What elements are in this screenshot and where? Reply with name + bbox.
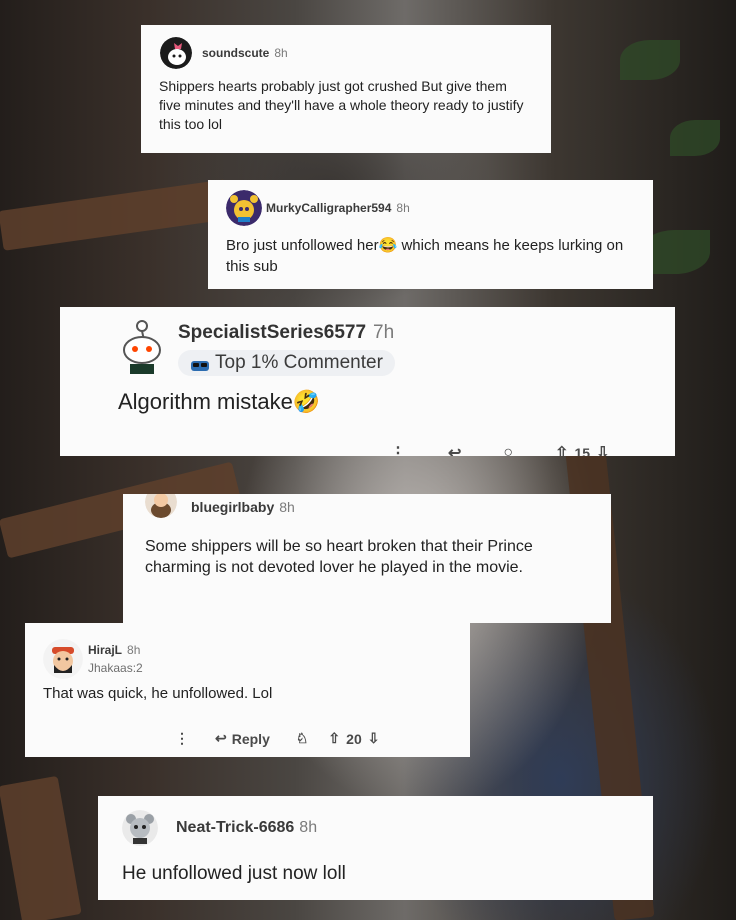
- award-icon[interactable]: ♘: [296, 730, 309, 747]
- comment-text-start: Bro just unfollowed her: [226, 237, 379, 254]
- comment-age: 7h: [373, 322, 395, 343]
- comment-age: 8h: [274, 46, 288, 60]
- award-icon[interactable]: ○: [503, 444, 513, 456]
- upvote-icon[interactable]: ⇧: [328, 730, 340, 747]
- username[interactable]: SpecialistSeries6577: [178, 322, 366, 344]
- user-avatar[interactable]: [118, 318, 166, 376]
- comment-card-bluegirlbaby: bluegirlbaby 8h Some shippers will be so…: [123, 494, 611, 623]
- comment-age: 8h: [127, 643, 141, 657]
- rofl-emoji: 🤣: [292, 389, 321, 414]
- comment-age: 8h: [299, 819, 318, 836]
- comment-text-line: Algorithm mistake🤣: [118, 389, 655, 415]
- reply-arrow-icon: ↩: [215, 730, 227, 746]
- more-icon[interactable]: ⋮: [175, 730, 189, 747]
- reply-button[interactable]: ↩ Reply: [215, 730, 270, 747]
- comment-text: Some shippers will be so heart broken th…: [145, 538, 533, 576]
- user-avatar[interactable]: [43, 639, 83, 679]
- badge-label: Top 1% Commenter: [215, 352, 383, 373]
- action-bar: ⋮ ↩ Reply ♘ ⇧ 20 ⇩: [175, 730, 379, 747]
- reply-label: Reply: [231, 730, 270, 747]
- comment-card-hirajl: HirajL 8h Jhakaas:2 That was quick, he u…: [25, 623, 470, 757]
- sunglasses-badge-icon: [190, 356, 210, 371]
- user-avatar[interactable]: [145, 494, 177, 518]
- comment-card-specialistseries6577: SpecialistSeries6577 7h Top 1% Commenter…: [60, 307, 675, 456]
- user-avatar[interactable]: [226, 190, 262, 226]
- vote-count: 20: [346, 730, 362, 747]
- username[interactable]: Neat-Trick-6686: [176, 819, 294, 837]
- user-avatar[interactable]: [160, 37, 192, 69]
- top-commenter-badge: Top 1% Commenter: [178, 350, 395, 376]
- downvote-icon[interactable]: ⇩: [596, 443, 609, 456]
- user-flair: Jhakaas:2: [88, 661, 143, 675]
- username[interactable]: soundscute: [202, 46, 269, 60]
- comment-text: That was quick, he unfollowed. Lol: [43, 685, 273, 702]
- comment-text: He unfollowed just now loll: [122, 863, 346, 884]
- vote-count: 15: [574, 445, 591, 456]
- comment-age: 8h: [279, 499, 295, 515]
- comment-age: 8h: [396, 201, 410, 215]
- comment-text: Shippers hearts probably just got crushe…: [159, 78, 524, 132]
- upvote-icon[interactable]: ⇧ 15 ⇩: [555, 443, 609, 456]
- action-bar: ⋮ ↩ ○ ⇧ 15 ⇩: [390, 443, 609, 456]
- more-icon[interactable]: ⋮: [390, 443, 406, 456]
- laughing-emoji: 😂: [378, 237, 398, 254]
- comment-card-neat-trick-6686: Neat-Trick-6686 8h He unfollowed just no…: [98, 796, 653, 900]
- user-avatar[interactable]: [122, 810, 158, 846]
- comment-card-soundscute: soundscute 8h Shippers hearts probably j…: [141, 25, 551, 153]
- username[interactable]: HirajL: [88, 643, 122, 657]
- username[interactable]: bluegirlbaby: [191, 499, 274, 515]
- comment-text: Algorithm mistake: [118, 389, 293, 414]
- reply-arrow-icon[interactable]: ↩: [448, 443, 461, 456]
- username[interactable]: MurkyCalligrapher594: [266, 201, 391, 215]
- downvote-icon[interactable]: ⇩: [368, 730, 380, 747]
- comment-text: Bro just unfollowed her😂 which means he …: [226, 235, 633, 277]
- comment-card-murkycalligrapher594: MurkyCalligrapher594 8h Bro just unfollo…: [208, 180, 653, 289]
